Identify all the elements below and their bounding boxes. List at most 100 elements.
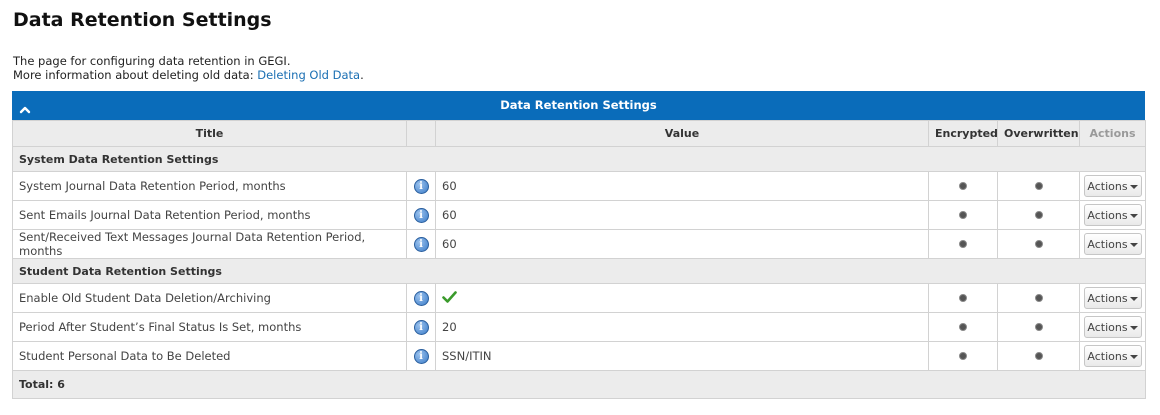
column-header-title[interactable]: Title bbox=[12, 120, 407, 147]
actions-cell: Actions bbox=[1079, 229, 1146, 259]
actions-cell: Actions bbox=[1079, 283, 1146, 313]
caret-down-icon bbox=[1129, 355, 1138, 359]
column-header-encrypted[interactable]: Encrypted bbox=[928, 120, 998, 147]
actions-cell: Actions bbox=[1079, 200, 1146, 230]
setting-value: 20 bbox=[442, 320, 457, 334]
page-description: The page for configuring data retention … bbox=[13, 54, 364, 82]
dot-icon bbox=[959, 352, 967, 360]
dot-icon bbox=[1034, 294, 1043, 302]
table-row: Period After Student’s Final Status Is S… bbox=[12, 312, 1146, 342]
value-cell bbox=[435, 283, 929, 313]
column-header-value[interactable]: Value bbox=[435, 120, 929, 147]
dot-icon bbox=[959, 182, 967, 190]
setting-title: Student Personal Data to Be Deleted bbox=[12, 341, 407, 371]
actions-dropdown-button[interactable]: Actions bbox=[1083, 316, 1142, 338]
intro-line-2-suffix: . bbox=[360, 68, 364, 82]
intro-line-2-text: More information about deleting old data… bbox=[13, 68, 258, 82]
setting-title: Sent/Received Text Messages Journal Data… bbox=[12, 229, 407, 259]
checkmark-icon bbox=[442, 290, 457, 306]
dot-icon bbox=[959, 240, 967, 248]
info-icon[interactable]: i bbox=[413, 291, 429, 306]
setting-value: SSN/ITIN bbox=[442, 349, 492, 363]
info-cell: i bbox=[406, 229, 436, 259]
table-body: System Data Retention Settings System Jou… bbox=[12, 146, 1146, 399]
table-header-row: Title Value Encrypted Overwritten Action… bbox=[12, 120, 1146, 147]
actions-label: Actions bbox=[1087, 238, 1128, 251]
info-cell: i bbox=[406, 200, 436, 230]
actions-cell: Actions bbox=[1079, 341, 1146, 371]
deleting-old-data-link[interactable]: Deleting Old Data bbox=[257, 68, 360, 82]
column-header-overwritten[interactable]: Overwritten bbox=[997, 120, 1080, 147]
overwritten-cell bbox=[997, 200, 1080, 230]
settings-table: Title Value Encrypted Overwritten Action… bbox=[12, 120, 1146, 399]
chevron-up-icon[interactable] bbox=[18, 99, 32, 114]
overwritten-cell bbox=[997, 341, 1080, 371]
total-count: Total: 6 bbox=[12, 370, 1146, 399]
value-cell: 60 bbox=[435, 200, 929, 230]
info-cell: i bbox=[406, 283, 436, 313]
table-row: System Journal Data Retention Period, mo… bbox=[12, 171, 1146, 201]
caret-down-icon bbox=[1129, 326, 1138, 330]
encrypted-cell bbox=[928, 341, 998, 371]
caret-down-icon bbox=[1129, 214, 1138, 218]
panel-title: Data Retention Settings bbox=[500, 98, 657, 112]
actions-label: Actions bbox=[1087, 209, 1128, 222]
caret-down-icon bbox=[1129, 243, 1138, 247]
info-icon[interactable]: i bbox=[413, 320, 429, 335]
actions-label: Actions bbox=[1087, 180, 1128, 193]
intro-line-2: More information about deleting old data… bbox=[13, 68, 364, 82]
overwritten-cell bbox=[997, 171, 1080, 201]
setting-title: System Journal Data Retention Period, mo… bbox=[12, 171, 407, 201]
table-footer-row: Total: 6 bbox=[12, 370, 1146, 399]
table-row: Sent Emails Journal Data Retention Perio… bbox=[12, 200, 1146, 230]
encrypted-cell bbox=[928, 312, 998, 342]
actions-cell: Actions bbox=[1079, 312, 1146, 342]
encrypted-cell bbox=[928, 171, 998, 201]
actions-label: Actions bbox=[1087, 292, 1128, 305]
info-cell: i bbox=[406, 312, 436, 342]
actions-dropdown-button[interactable]: Actions bbox=[1083, 287, 1142, 309]
intro-line-1: The page for configuring data retention … bbox=[13, 54, 291, 68]
value-cell: 60 bbox=[435, 229, 929, 259]
actions-dropdown-button[interactable]: Actions bbox=[1083, 204, 1142, 226]
info-cell: i bbox=[406, 171, 436, 201]
data-retention-panel: Data Retention Settings Title Value Encr… bbox=[12, 91, 1146, 399]
dot-icon bbox=[959, 211, 967, 219]
section-row: Student Data Retention Settings bbox=[12, 258, 1146, 284]
actions-dropdown-button[interactable]: Actions bbox=[1083, 233, 1142, 255]
column-header-info bbox=[406, 120, 436, 147]
setting-value: 60 bbox=[442, 179, 457, 193]
panel-header: Data Retention Settings bbox=[12, 91, 1145, 120]
setting-title: Period After Student’s Final Status Is S… bbox=[12, 312, 407, 342]
table-row: Sent/Received Text Messages Journal Data… bbox=[12, 229, 1146, 259]
table-row: Enable Old Student Data Deletion/Archivi… bbox=[12, 283, 1146, 313]
value-cell: 60 bbox=[435, 171, 929, 201]
info-icon[interactable]: i bbox=[413, 208, 429, 223]
actions-dropdown-button[interactable]: Actions bbox=[1083, 345, 1142, 367]
info-icon[interactable]: i bbox=[413, 237, 429, 252]
dot-icon bbox=[1034, 211, 1043, 219]
overwritten-cell bbox=[997, 312, 1080, 342]
actions-dropdown-button[interactable]: Actions bbox=[1083, 175, 1142, 197]
section-label: System Data Retention Settings bbox=[12, 146, 1146, 172]
section-row: System Data Retention Settings bbox=[12, 146, 1146, 172]
dot-icon bbox=[1034, 240, 1043, 248]
caret-down-icon bbox=[1129, 185, 1138, 189]
actions-cell: Actions bbox=[1079, 171, 1146, 201]
dot-icon bbox=[1034, 182, 1043, 190]
caret-down-icon bbox=[1129, 297, 1138, 301]
actions-label: Actions bbox=[1087, 350, 1128, 363]
info-cell: i bbox=[406, 341, 436, 371]
dot-icon bbox=[959, 294, 967, 302]
setting-value: 60 bbox=[442, 237, 457, 251]
info-icon[interactable]: i bbox=[413, 179, 429, 194]
dot-icon bbox=[1034, 352, 1043, 360]
overwritten-cell bbox=[997, 283, 1080, 313]
page-title: Data Retention Settings bbox=[13, 9, 272, 31]
section-label: Student Data Retention Settings bbox=[12, 258, 1146, 284]
column-header-actions: Actions bbox=[1079, 120, 1146, 147]
value-cell: 20 bbox=[435, 312, 929, 342]
info-icon[interactable]: i bbox=[413, 349, 429, 364]
dot-icon bbox=[1034, 323, 1043, 331]
setting-title: Sent Emails Journal Data Retention Perio… bbox=[12, 200, 407, 230]
